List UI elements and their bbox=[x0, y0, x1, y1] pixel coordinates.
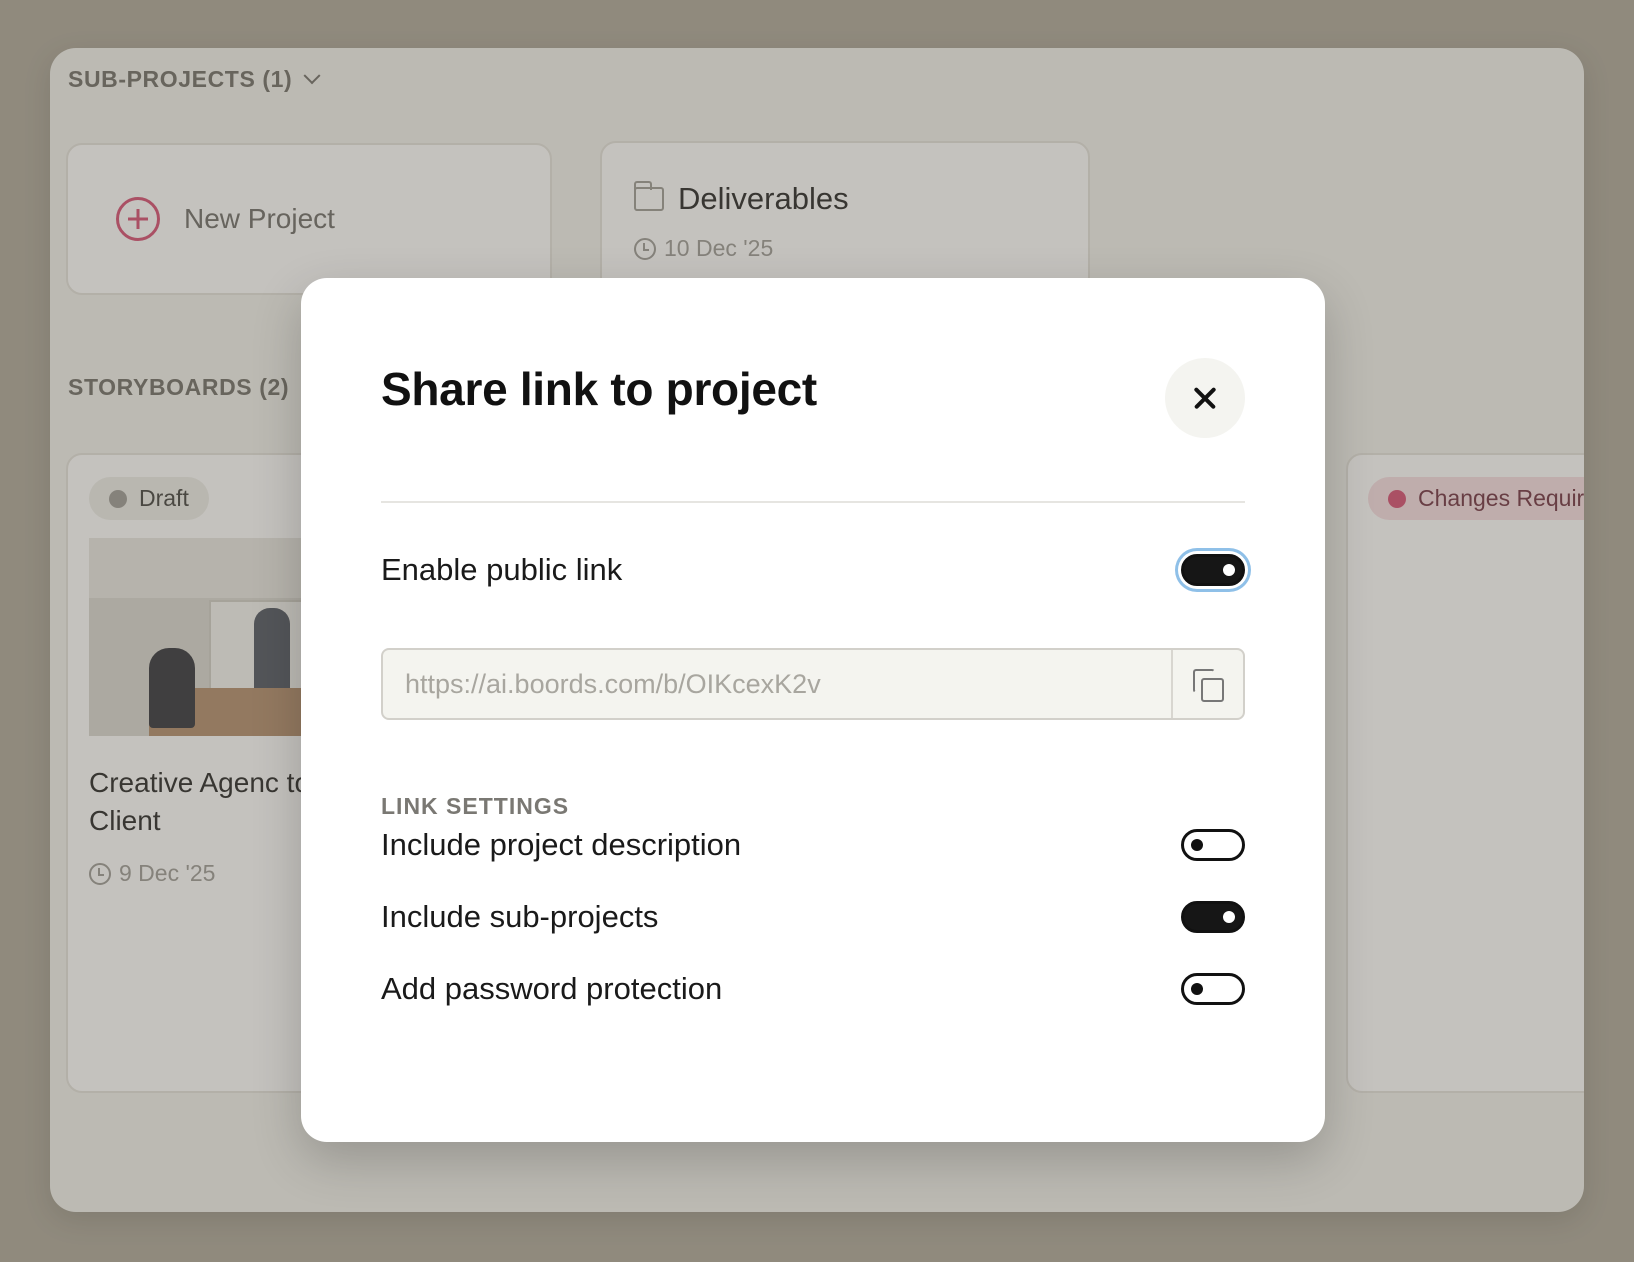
copy-link-button[interactable] bbox=[1171, 650, 1243, 718]
divider bbox=[381, 501, 1245, 503]
close-button[interactable] bbox=[1165, 358, 1245, 438]
copy-icon bbox=[1193, 669, 1224, 702]
share-url-input[interactable] bbox=[383, 650, 1171, 718]
modal-title: Share link to project bbox=[381, 363, 817, 415]
include-subprojects-toggle[interactable] bbox=[1181, 901, 1245, 933]
close-icon bbox=[1193, 386, 1217, 410]
setting-label: Include project description bbox=[381, 827, 742, 862]
enable-public-link-label: Enable public link bbox=[381, 552, 623, 587]
enable-public-link-toggle[interactable] bbox=[1181, 554, 1245, 586]
link-settings-heading: LINK SETTINGS bbox=[381, 793, 570, 819]
enable-public-link-row: Enable public link bbox=[381, 552, 1245, 588]
share-link-modal: Share link to project Enable public link… bbox=[301, 278, 1325, 1142]
setting-label: Include sub-projects bbox=[381, 899, 659, 934]
setting-label: Add password protection bbox=[381, 971, 723, 1006]
include-description-toggle[interactable] bbox=[1181, 829, 1245, 861]
setting-row-password: Add password protection bbox=[381, 971, 1245, 1007]
setting-row-subprojects: Include sub-projects bbox=[381, 899, 1245, 935]
share-url-field bbox=[381, 648, 1245, 720]
password-protection-toggle[interactable] bbox=[1181, 973, 1245, 1005]
setting-row-description: Include project description bbox=[381, 827, 1245, 863]
